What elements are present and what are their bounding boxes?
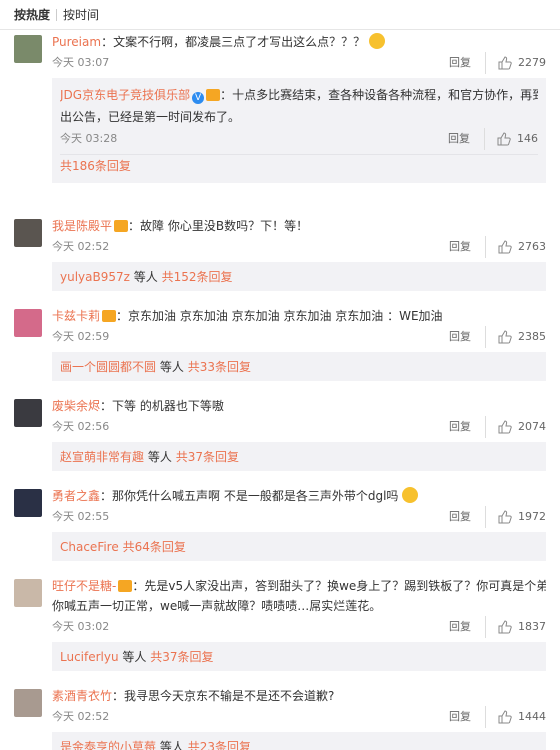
reply-summary[interactable]: ChaceFire 共64条回复 [52, 532, 546, 561]
emoji-icon [402, 487, 419, 503]
like-button[interactable]: 2074 [486, 416, 546, 438]
thumbs-up-icon [498, 240, 512, 254]
emoji-icon [368, 33, 385, 49]
like-button[interactable]: 2385 [486, 326, 546, 348]
more-replies-link[interactable]: 共23条回复 [188, 740, 251, 750]
thumbs-up-icon [498, 330, 512, 344]
thumbs-up-icon [498, 420, 512, 434]
comment-meta: 今天 03:02 回复 1837 [52, 616, 546, 638]
member-badge-icon [118, 580, 133, 592]
user-name[interactable]: 卡兹卡莉 [52, 309, 100, 323]
comment-text: 素酒青衣竹：我寻思今天京东不输是不是还不会道歉? [52, 689, 335, 703]
thumbs-up-icon [498, 510, 512, 524]
more-replies-link[interactable]: 共37条回复 [150, 650, 213, 664]
timestamp: 今天 02:59 [52, 330, 110, 343]
thumbs-up-icon [498, 710, 512, 724]
reply-summary[interactable]: 是金泰亨的小草莓 等人 共23条回复 [52, 732, 546, 750]
comment-text: 卡兹卡莉 ：京东加油 京东加油 京东加油 京东加油 京东加油 ：WE加油 [52, 309, 443, 323]
user-name[interactable]: 素酒青衣竹 [52, 689, 112, 703]
reply-button[interactable]: 回复 [448, 128, 485, 150]
comment-meta: 今天 02:56 回复 2074 [52, 416, 546, 438]
comment-text: 勇者之鑫：那你凭什么喊五声啊 不是一般都是各三声外带个dgl吗 [52, 486, 546, 506]
comment-text: Pureiam：文案不行啊，都凌晨三点了才写出这么点？？？ [52, 32, 546, 52]
timestamp: 今天 02:52 [52, 240, 110, 253]
sub-comment-text: JDG京东电子竞技俱乐部 V ：十点多比赛结束，查各种设备各种流程，和官方协作，再到 [60, 88, 538, 104]
reply-button[interactable]: 回复 [449, 616, 486, 638]
comment-meta: 今天 02:52 回复 2763 [52, 236, 546, 258]
timestamp: 今天 02:56 [52, 420, 110, 433]
reply-summary[interactable]: 赵宣萌非常有趣 等人 共37条回复 [52, 442, 546, 471]
sub-user-name[interactable]: JDG京东电子竞技俱乐部 [60, 88, 190, 102]
reply-button[interactable]: 回复 [449, 326, 486, 348]
avatar[interactable] [14, 689, 42, 717]
user-name[interactable]: 我是陈殿平 [52, 219, 112, 233]
reply-summary[interactable]: Luciferlyu 等人 共37条回复 [52, 642, 546, 671]
like-button[interactable]: 2279 [486, 52, 546, 74]
like-button[interactable]: 2763 [486, 236, 546, 258]
more-replies-link[interactable]: 共33条回复 [188, 360, 251, 374]
like-count: 1972 [518, 510, 546, 523]
reply-box: JDG京东电子竞技俱乐部 V ：十点多比赛结束，查各种设备各种流程，和官方协作，再到… [52, 78, 546, 183]
more-replies-link[interactable]: 共186条回复 [60, 154, 538, 177]
comment-meta: 今天 02:55 回复 1972 [52, 506, 546, 528]
reply-button[interactable]: 回复 [449, 506, 486, 528]
avatar[interactable] [14, 399, 42, 427]
user-name[interactable]: 勇者之鑫 [52, 489, 100, 503]
sub-comment-meta: 今天 03:28 回复 146 [60, 128, 538, 150]
like-button[interactable]: 146 [485, 128, 538, 150]
comment-text: 我是陈殿平 ：故障 你心里没B数吗？下！等！ [52, 219, 309, 233]
like-count: 2074 [518, 420, 546, 433]
like-count: 146 [517, 132, 538, 145]
like-count: 2763 [518, 240, 546, 253]
avatar[interactable] [14, 579, 42, 607]
comment-meta: 今天 02:59 回复 2385 [52, 326, 546, 348]
avatar[interactable] [14, 35, 42, 63]
like-button[interactable]: 1444 [486, 706, 546, 728]
user-name[interactable]: 旺仔不是糖- [52, 579, 116, 593]
like-count: 2385 [518, 330, 546, 343]
member-badge-icon [114, 220, 129, 232]
reply-button[interactable]: 回复 [449, 236, 486, 258]
thumbs-up-icon [498, 56, 512, 70]
member-badge-icon [206, 89, 221, 101]
thumbs-up-icon [498, 620, 512, 634]
timestamp: 今天 03:07 [52, 56, 110, 69]
sort-tabs: 按热度 按时间 [0, 0, 560, 30]
reply-button[interactable]: 回复 [449, 416, 486, 438]
comment-text: 旺仔不是糖- ：先是v5人家没出声，答到甜头了？换we身上了？踢到铁板了？你可真是… [52, 579, 546, 593]
timestamp: 今天 02:52 [52, 710, 110, 723]
reply-summary[interactable]: yulyaB957z 等人 共152条回复 [52, 262, 546, 291]
like-button[interactable]: 1837 [486, 616, 546, 638]
timestamp: 今天 03:02 [52, 620, 110, 633]
avatar[interactable] [14, 489, 42, 517]
verified-icon: V [192, 92, 205, 104]
tab-hot[interactable]: 按热度 [14, 6, 56, 23]
comment-meta: 今天 02:52 回复 1444 [52, 706, 546, 728]
thumbs-up-icon [497, 132, 511, 146]
comment-text: 废柴余烬：下等 的机器也下等嗷 [52, 399, 224, 413]
more-replies-link[interactable]: 共37条回复 [176, 450, 239, 464]
like-count: 1444 [518, 710, 546, 723]
member-badge-icon [102, 310, 117, 322]
user-name[interactable]: 废柴余烬 [52, 399, 100, 413]
more-replies-link[interactable]: 共64条回复 [123, 540, 186, 554]
reply-button[interactable]: 回复 [449, 706, 486, 728]
reply-summary[interactable]: 画一个圆圆都不圆 等人 共33条回复 [52, 352, 546, 381]
more-replies-link[interactable]: 共152条回复 [162, 270, 233, 284]
like-button[interactable]: 1972 [486, 506, 546, 528]
timestamp: 今天 02:55 [52, 510, 110, 523]
like-count: 2279 [518, 56, 546, 69]
user-name[interactable]: Pureiam [52, 35, 101, 49]
reply-button[interactable]: 回复 [449, 52, 486, 74]
like-count: 1837 [518, 620, 546, 633]
avatar[interactable] [14, 219, 42, 247]
comment-meta: 今天 03:07 回复 2279 [52, 52, 546, 74]
timestamp: 今天 03:28 [60, 132, 118, 145]
avatar[interactable] [14, 309, 42, 337]
tab-time[interactable]: 按时间 [57, 6, 105, 23]
